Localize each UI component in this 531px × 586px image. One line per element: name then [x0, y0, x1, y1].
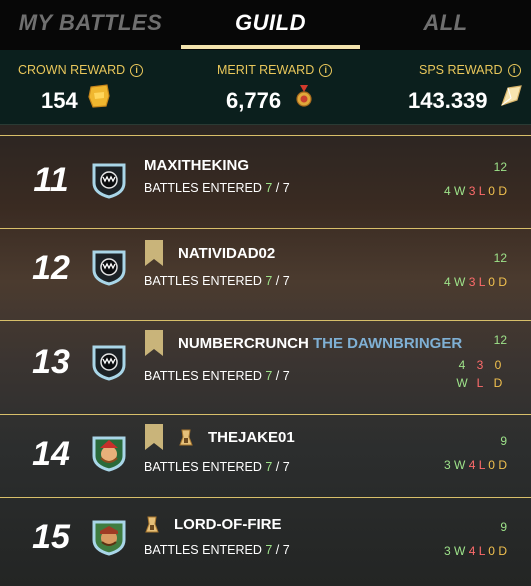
battle-stats: 12 4 3 0 W L D [453, 333, 507, 390]
banner-flag-icon [145, 330, 163, 356]
guild-shield-avatar [92, 250, 126, 286]
player-title: THE DAWNBRINGER [313, 334, 463, 352]
battles-entered: BATTLES ENTERED 7 / 7 [144, 460, 290, 474]
tab-my-battles[interactable]: MY BATTLES [0, 8, 181, 38]
merit-reward-value: 6,776 [226, 88, 282, 113]
player-character-avatar [92, 436, 126, 472]
rank-number: 14 [32, 435, 70, 473]
merit-reward-label: MERIT REWARD [217, 63, 315, 77]
merit-medal-icon [296, 85, 312, 107]
win-loss-draw: 4 W 3 L 0 D [443, 184, 507, 198]
sps-crystal-icon [501, 85, 522, 106]
rank-number: 12 [32, 249, 70, 287]
battle-stats: 12 4 W 3 L 0 D [444, 251, 507, 289]
score: 9 [500, 520, 507, 534]
banner-flag-icon [145, 424, 163, 450]
player-name: NUMBERCRUNCH [178, 334, 309, 352]
crown-reward-label: CROWN REWARD [18, 63, 126, 77]
rewards-bar: CROWN REWARD i 154 MERIT REWARD i 6,776 SP… [0, 50, 531, 125]
leaderboard-row[interactable]: 12 NATIVIDAD02 BATTLES ENTERED 7 / 7 12 … [0, 228, 531, 321]
tower-icon [179, 429, 193, 446]
sps-reward-label: SPS REWARD [419, 63, 503, 77]
score: 12 [493, 251, 507, 265]
win-loss-draw: 4 3 0 W L D [456, 358, 503, 390]
merit-reward: MERIT REWARD i 6,776 [217, 50, 347, 124]
merit-reward-info-icon[interactable]: i [319, 64, 333, 77]
active-tab-indicator [181, 45, 360, 49]
battles-entered: BATTLES ENTERED 7 / 7 [144, 369, 290, 383]
tab-all[interactable]: ALL [360, 8, 531, 38]
tab-guild[interactable]: GUILD [181, 8, 360, 38]
crown-reward-info-icon[interactable]: i [130, 64, 144, 77]
battles-entered: BATTLES ENTERED 7 / 7 [144, 274, 290, 288]
sps-reward: SPS REWARD i 143.339 [408, 50, 528, 124]
leaderboard-row[interactable]: 11 MAXITHEKING BATTLES ENTERED 7 / 7 12 … [0, 135, 531, 229]
leaderboard-row[interactable]: 14 THEJAKE01 BATTLES ENTERED 7 / 7 9 3 W [0, 415, 531, 498]
win-loss-draw: 3 W 4 L 0 D [443, 458, 507, 472]
crown-reward-value: 154 [41, 88, 78, 113]
crown-reward: CROWN REWARD i 154 [18, 50, 158, 124]
score: 9 [500, 434, 507, 448]
rank-number: 13 [32, 343, 70, 381]
battles-entered: BATTLES ENTERED 7 / 7 [144, 181, 290, 195]
battles-entered: BATTLES ENTERED 7 / 7 [144, 543, 290, 557]
leaderboard-row[interactable]: 13 NUMBERCRUNCH THE DAWNBRINGER BATTLES … [0, 321, 531, 415]
player-name[interactable]: LORD-OF-FIRE [174, 516, 281, 533]
tower-icon [145, 516, 159, 533]
guild-shield-avatar [92, 345, 126, 381]
leaderboard-row[interactable]: 15 LORD-OF-FIRE BATTLES ENTERED 7 / 7 9 … [0, 498, 531, 584]
rank-number: 15 [32, 518, 70, 556]
win-loss-draw: 4 W 3 L 0 D [443, 275, 507, 289]
sps-reward-info-icon[interactable]: i [507, 64, 521, 77]
score: 12 [493, 333, 507, 347]
player-name[interactable]: MAXITHEKING [144, 157, 249, 174]
win-loss-draw: 3 W 4 L 0 D [443, 544, 507, 558]
crown-icon [88, 84, 110, 108]
battle-stats: 9 3 W 4 L 0 D [444, 520, 507, 558]
battle-stats: 9 3 W 4 L 0 D [444, 434, 507, 472]
rank-number: 11 [33, 161, 69, 199]
player-name-with-title[interactable]: NUMBERCRUNCH THE DAWNBRINGER [178, 335, 462, 352]
player-name[interactable]: NATIVIDAD02 [178, 245, 275, 262]
player-name[interactable]: THEJAKE01 [208, 429, 295, 446]
guild-leaderboard: 11 MAXITHEKING BATTLES ENTERED 7 / 7 12 … [0, 125, 531, 586]
score: 12 [493, 160, 507, 174]
battle-stats: 12 4 W 3 L 0 D [444, 160, 507, 198]
guild-shield-avatar [92, 163, 126, 199]
battle-tabs: MY BATTLES GUILD ALL [0, 0, 531, 50]
banner-flag-icon [145, 240, 163, 266]
player-character-avatar [92, 520, 126, 556]
sps-reward-value: 143.339 [408, 88, 488, 113]
